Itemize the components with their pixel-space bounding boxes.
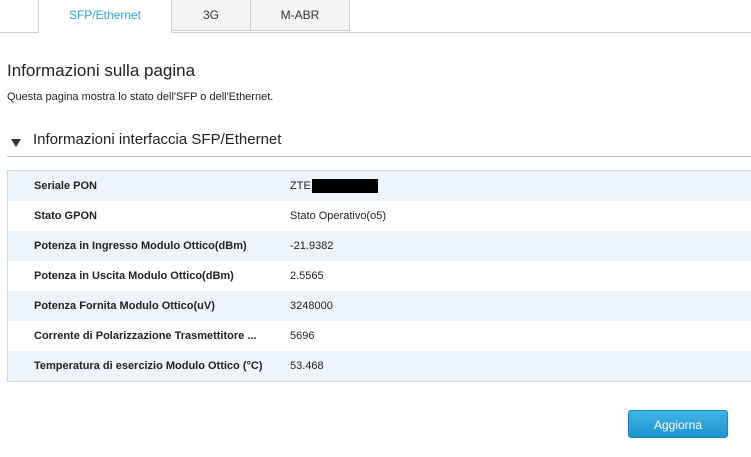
refresh-button[interactable]: Aggiorna (628, 410, 728, 438)
table-row: Stato GPON Stato Operativo(o5) (8, 201, 751, 231)
row-value: Stato Operativo(o5) (290, 210, 386, 222)
table-row: Seriale PON ZTE (8, 171, 751, 201)
page-description: Questa pagina mostra lo stato dell'SFP o… (7, 91, 274, 103)
section-header[interactable]: Informazioni interfaccia SFP/Ethernet (7, 130, 751, 157)
row-label: Potenza in Ingresso Modulo Ottico(dBm) (34, 240, 247, 252)
row-value: -21.9382 (290, 240, 334, 252)
table-row: Temperatura di esercizio Modulo Ottico (… (8, 351, 751, 381)
row-value: 2.5565 (290, 270, 324, 282)
row-value: ZTE (290, 171, 378, 201)
tab-bar: SFP/Ethernet 3G M-ABR (0, 0, 751, 33)
row-value: 53.468 (290, 360, 324, 372)
table-row: Potenza Fornita Modulo Ottico(uV) 324800… (8, 291, 751, 321)
row-label: Potenza Fornita Modulo Ottico(uV) (34, 300, 215, 312)
section-title: Informazioni interfaccia SFP/Ethernet (33, 131, 282, 148)
tab-m-abr[interactable]: M-ABR (250, 0, 350, 31)
table-row: Corrente di Polarizzazione Trasmettitore… (8, 321, 751, 351)
tab-sfp-ethernet[interactable]: SFP/Ethernet (38, 0, 172, 33)
row-label: Stato GPON (34, 210, 97, 222)
tab-3g[interactable]: 3G (171, 0, 251, 31)
row-value: 3248000 (290, 300, 333, 312)
info-table: Seriale PON ZTE Stato GPON Stato Operati… (7, 170, 751, 382)
row-label: Corrente di Polarizzazione Trasmettitore… (34, 330, 257, 342)
redaction-box (311, 179, 378, 194)
row-label: Potenza in Uscita Modulo Ottico(dBm) (34, 270, 234, 282)
row-label: Seriale PON (34, 180, 97, 192)
row-value: 5696 (290, 330, 315, 342)
table-row: Potenza in Ingresso Modulo Ottico(dBm) -… (8, 231, 751, 261)
row-label: Temperatura di esercizio Modulo Ottico (… (34, 360, 263, 372)
page-title: Informazioni sulla pagina (7, 61, 196, 80)
table-row: Potenza in Uscita Modulo Ottico(dBm) 2.5… (8, 261, 751, 291)
collapse-triangle-icon[interactable] (11, 139, 21, 147)
